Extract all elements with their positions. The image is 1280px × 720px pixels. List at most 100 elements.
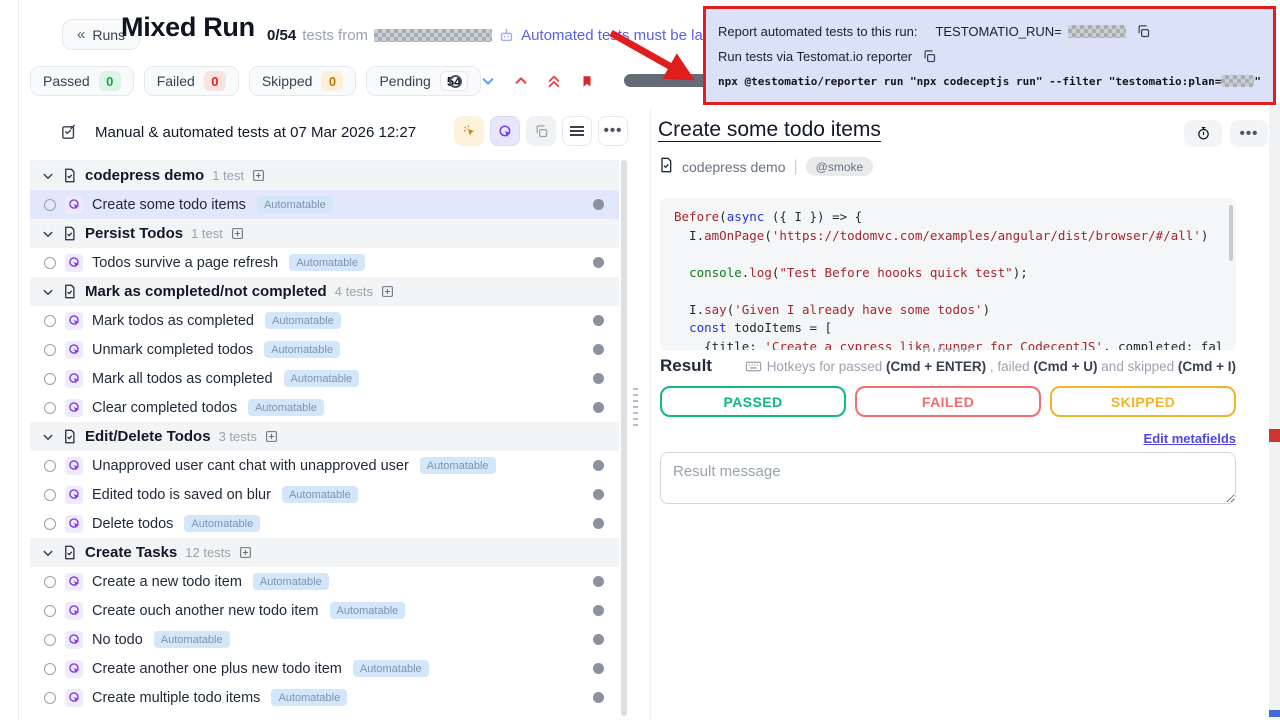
test-radio[interactable] — [44, 402, 56, 414]
edge-scroll-indicator[interactable] — [1269, 106, 1280, 720]
test-radio[interactable] — [44, 344, 56, 356]
copy-tests-icon[interactable] — [526, 116, 556, 146]
test-radio[interactable] — [44, 460, 56, 472]
test-row[interactable]: Create another one plus new todo itemAut… — [30, 654, 619, 683]
menu-icon[interactable] — [562, 116, 592, 146]
test-radio[interactable] — [44, 605, 56, 617]
test-row[interactable]: Delete todosAutomatable — [30, 509, 619, 538]
test-radio[interactable] — [44, 315, 56, 327]
copy-icon[interactable] — [1136, 24, 1151, 39]
manual-cursor-icon[interactable] — [454, 116, 484, 146]
add-test-icon[interactable] — [265, 430, 278, 443]
suite-row[interactable]: Mark as completed/not completed4 tests — [30, 277, 619, 306]
code-resize-handle[interactable] — [923, 348, 973, 352]
double-chevron-left-icon: « — [77, 27, 85, 42]
test-name[interactable]: Create a new todo item — [92, 574, 242, 590]
add-test-icon[interactable] — [252, 169, 265, 182]
copy-icon[interactable] — [922, 49, 937, 64]
test-radio[interactable] — [44, 634, 56, 646]
panel-splitter[interactable] — [633, 388, 638, 426]
test-name[interactable]: Edited todo is saved on blur — [92, 487, 271, 503]
tag-badge[interactable]: @smoke — [806, 157, 874, 176]
add-test-icon[interactable] — [231, 227, 244, 240]
left-scrollbar[interactable] — [621, 160, 627, 716]
filter-chip-failed[interactable]: Failed0 — [144, 66, 239, 96]
timer-icon[interactable] — [1184, 120, 1222, 147]
test-name[interactable]: Create some todo items — [92, 197, 246, 213]
status-dot — [593, 460, 604, 471]
result-message-input[interactable] — [660, 452, 1236, 504]
chevron-down-icon[interactable] — [42, 286, 54, 298]
filter-count-badge: 0 — [321, 71, 343, 91]
suite-row[interactable]: Edit/Delete Todos3 tests — [30, 422, 619, 451]
automated-test-icon — [65, 312, 83, 330]
test-row[interactable]: Mark todos as completedAutomatable — [30, 306, 619, 335]
detail-more-icon[interactable]: ••• — [1230, 120, 1268, 147]
chevron-up-icon[interactable] — [514, 74, 528, 88]
test-name[interactable]: Mark all todos as completed — [92, 371, 273, 387]
test-radio[interactable] — [44, 663, 56, 675]
test-radio[interactable] — [44, 518, 56, 530]
code-scrollbar[interactable] — [1229, 205, 1233, 261]
automated-cursor-icon[interactable] — [490, 116, 520, 146]
chevron-down-icon[interactable] — [42, 170, 54, 182]
test-radio[interactable] — [44, 199, 56, 211]
test-row[interactable]: Todos survive a page refreshAutomatable — [30, 248, 619, 277]
test-name[interactable]: No todo — [92, 632, 143, 648]
chevron-down-icon[interactable] — [42, 547, 54, 559]
test-row[interactable]: Unmark completed todosAutomatable — [30, 335, 619, 364]
chevron-down-icon[interactable] — [481, 74, 495, 88]
test-row[interactable]: Create multiple todo itemsAutomatable — [30, 683, 619, 712]
suite-row[interactable]: Create Tasks12 tests — [30, 538, 619, 567]
test-row[interactable]: Mark all todos as completedAutomatable — [30, 364, 619, 393]
automatable-badge: Automatable — [330, 602, 406, 619]
status-circle-icon[interactable] — [449, 75, 462, 88]
test-radio[interactable] — [44, 576, 56, 588]
test-name[interactable]: Unmark completed todos — [92, 342, 253, 358]
suite-row[interactable]: codepress demo1 test — [30, 161, 619, 190]
chevron-down-icon[interactable] — [42, 228, 54, 240]
filter-chip-passed[interactable]: Passed0 — [30, 66, 134, 96]
run-env-var: TESTOMATIO_RUN= — [935, 24, 1061, 39]
add-test-icon[interactable] — [239, 546, 252, 559]
more-options-icon[interactable]: ••• — [598, 116, 628, 146]
result-button-passed[interactable]: PASSED — [660, 386, 846, 417]
filter-chips: Passed0Failed0Skipped0Pending54 — [30, 66, 481, 96]
edit-metafields-link[interactable]: Edit metafields — [1144, 431, 1236, 446]
test-name[interactable]: Create multiple todo items — [92, 690, 260, 706]
test-name[interactable]: Todos survive a page refresh — [92, 255, 278, 271]
chevron-down-icon[interactable] — [42, 431, 54, 443]
bookmark-icon[interactable] — [580, 74, 594, 89]
test-row[interactable]: No todoAutomatable — [30, 625, 619, 654]
test-row[interactable]: Create ouch another new todo item Automat… — [30, 596, 619, 625]
test-row[interactable]: Clear completed todosAutomatable — [30, 393, 619, 422]
test-radio[interactable] — [44, 489, 56, 501]
test-name[interactable]: Create ouch another new todo item — [92, 603, 319, 619]
test-radio[interactable] — [44, 257, 56, 269]
suite-row[interactable]: Persist Todos1 test — [30, 219, 619, 248]
command-prefix: npx @testomatio/reporter run "npx codece… — [718, 75, 1221, 88]
test-radio[interactable] — [44, 373, 56, 385]
test-name[interactable]: Unapproved user cant chat with unapprove… — [92, 458, 409, 474]
test-name[interactable]: Delete todos — [92, 516, 173, 532]
hotkeys-hint: Hotkeys for passed (Cmd + ENTER) , faile… — [745, 358, 1236, 375]
double-chevron-up-icon[interactable] — [547, 73, 561, 89]
keyboard-icon — [745, 358, 762, 375]
suite-name: Persist Todos — [85, 225, 183, 242]
filter-chip-skipped[interactable]: Skipped0 — [249, 66, 357, 96]
test-row[interactable]: Create some todo itemsAutomatable — [30, 190, 619, 219]
automated-test-icon — [65, 573, 83, 591]
status-dot — [593, 518, 604, 529]
test-row[interactable]: Edited todo is saved on blurAutomatable — [30, 480, 619, 509]
result-button-skipped[interactable]: SKIPPED — [1050, 386, 1236, 417]
test-radio[interactable] — [44, 692, 56, 704]
test-name[interactable]: Create another one plus new todo item — [92, 661, 342, 677]
add-test-icon[interactable] — [381, 285, 394, 298]
automated-test-icon — [65, 486, 83, 504]
test-row[interactable]: Create a new todo itemAutomatable — [30, 567, 619, 596]
test-row[interactable]: Unapproved user cant chat with unapprove… — [30, 451, 619, 480]
suite-breadcrumb[interactable]: codepress demo — [682, 159, 786, 175]
test-name[interactable]: Clear completed todos — [92, 400, 237, 416]
result-button-failed[interactable]: FAILED — [855, 386, 1041, 417]
test-name[interactable]: Mark todos as completed — [92, 313, 254, 329]
